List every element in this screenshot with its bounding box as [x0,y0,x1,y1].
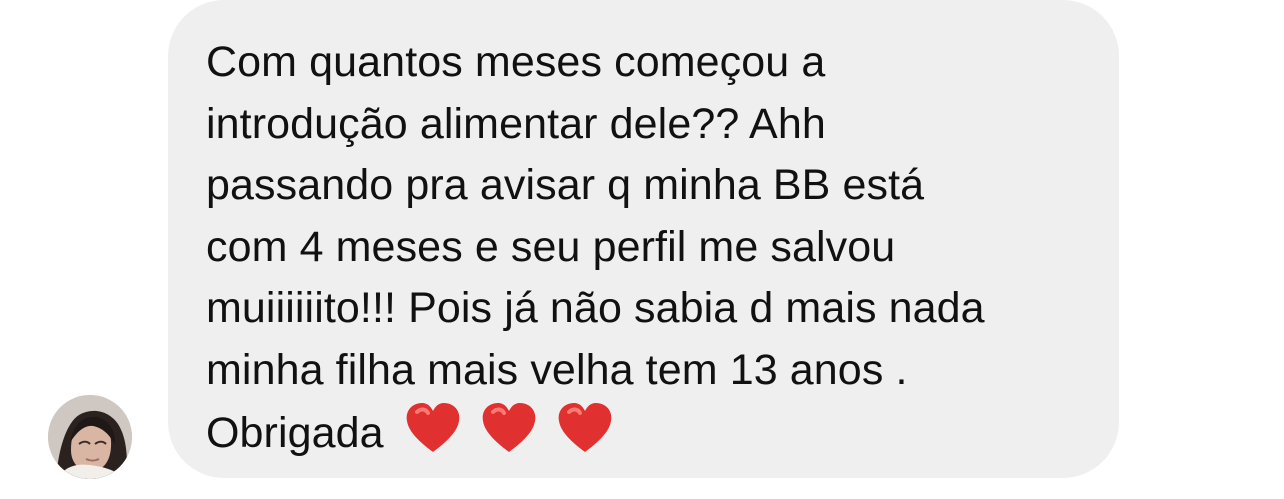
heart-emoji-group [404,401,620,473]
message-text: Com quantos meses começou a introdução a… [206,32,1089,463]
heart-icon [404,401,462,455]
message-line: com 4 meses e seu perfil me salvou [206,222,896,271]
message-bubble[interactable]: Com quantos meses começou a introdução a… [168,0,1119,478]
message-line: minha filha mais velha tem 13 anos . [206,345,908,394]
avatar-photo-icon [48,395,132,479]
message-line: passando pra avisar q minha BB está [206,161,925,209]
message-line: muiiiiiito!!! Pois já não sabia d mais n… [206,284,985,332]
heart-icon [480,401,538,455]
message-line: introdução alimentar dele?? Ahh [206,99,826,148]
message-line: Com quantos meses começou a [206,38,826,86]
heart-icon [556,401,614,455]
message-row: Com quantos meses começou a introdução a… [0,0,1284,499]
avatar[interactable] [48,395,132,479]
message-line-last: Obrigada [206,401,1089,463]
message-line-text: Obrigada [206,409,384,457]
